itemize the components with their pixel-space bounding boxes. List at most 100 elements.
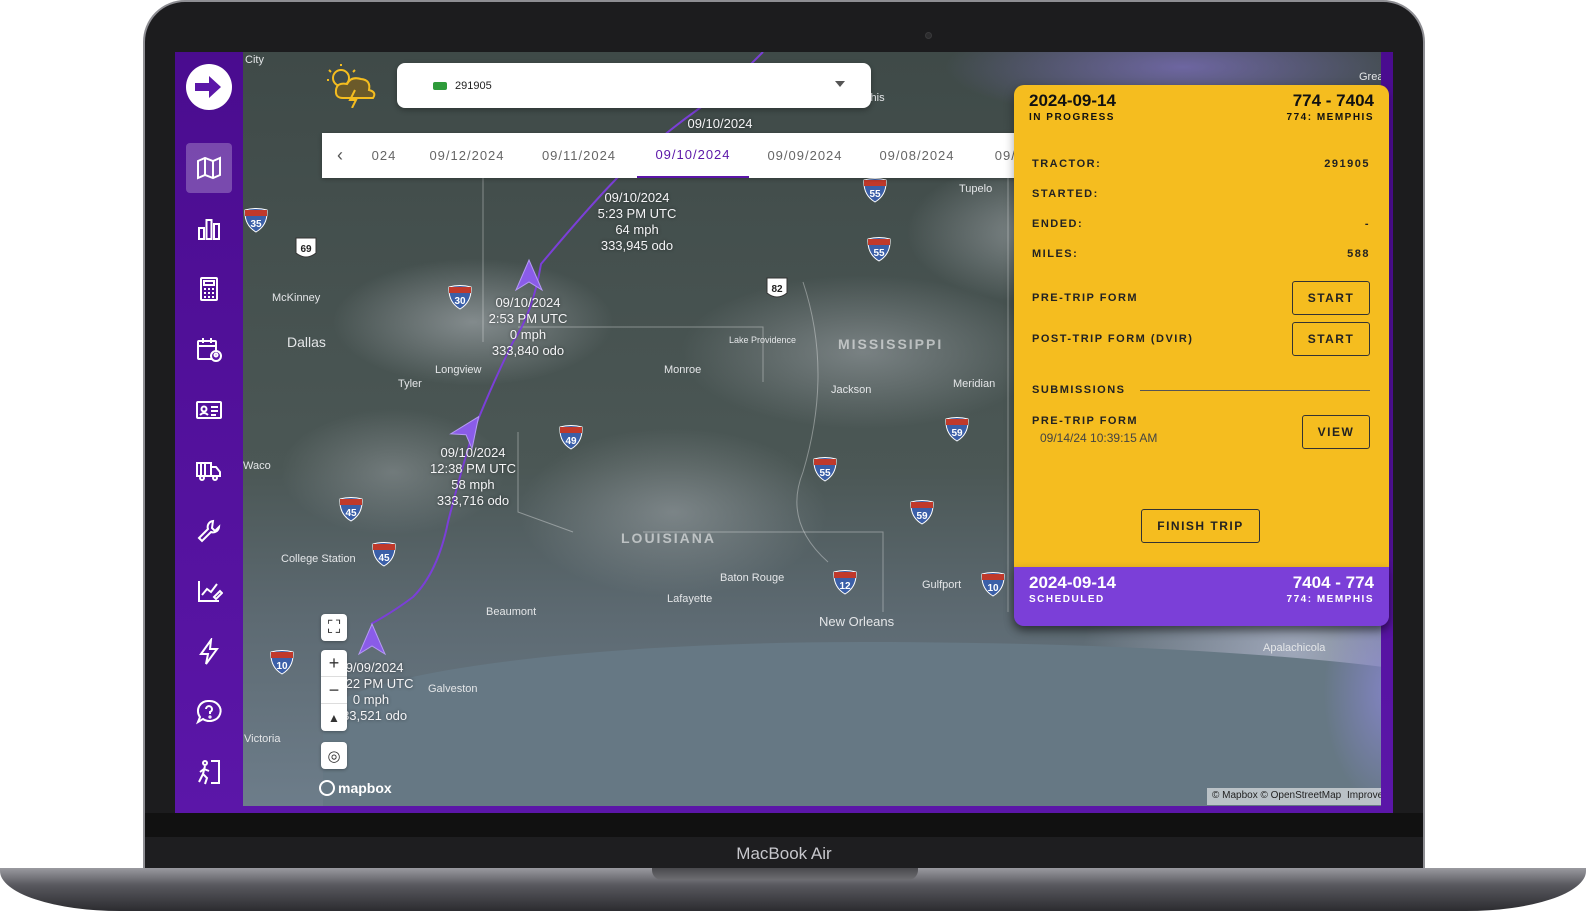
route-point-label: 09/10/2024 12:38 PM UTC 58 mph 333,716 odo [430, 445, 516, 508]
zoom-in-button[interactable]: + [321, 650, 347, 677]
date-tab[interactable]: 09/( [952, 133, 1016, 178]
map-icon [197, 156, 221, 180]
date-tab[interactable]: 09/12/2024 [411, 133, 523, 178]
submission-item: PRE-TRIP FORM 09/14/24 10:39:15 AM VIEW [1032, 415, 1370, 455]
attribution-text[interactable]: © Mapbox © OpenStreetMap [1212, 790, 1341, 801]
highway-shield: 59 [944, 416, 970, 442]
nav-map[interactable] [186, 143, 232, 193]
detail-started: STARTED: [1032, 188, 1099, 200]
route-point-label: 09/10/2024 5:23 PM UTC 64 mph 333,945 odo [597, 190, 677, 253]
route-arrow-icon[interactable] [514, 258, 544, 292]
id-card-icon [196, 401, 222, 419]
city-label: Galveston [428, 683, 478, 695]
nav-reports[interactable] [186, 566, 232, 616]
nav-drivers[interactable] [186, 385, 232, 435]
highway-shield: 49 [558, 424, 584, 450]
nav-maintenance[interactable] [186, 506, 232, 556]
nav-logout[interactable] [186, 747, 232, 797]
tabs-prev-button[interactable]: ‹ [322, 133, 358, 178]
nav-analytics[interactable] [186, 204, 232, 254]
nav-fuel[interactable] [186, 627, 232, 677]
date-tab-active[interactable]: 09/10/2024 [637, 133, 749, 178]
nav-support[interactable] [186, 687, 232, 737]
pre-trip-label: PRE-TRIP FORM [1032, 292, 1139, 304]
city-label: Victoria [244, 733, 281, 745]
pre-trip-start-button[interactable]: START [1292, 281, 1370, 315]
highway-shield: 10 [980, 571, 1006, 597]
highway-shield: 69 [293, 235, 319, 261]
trip-card-next[interactable]: 2024-09-14 SCHEDULED 7404 - 774 774: MEM… [1014, 567, 1389, 626]
city-label: Meridian [953, 378, 996, 390]
svg-text:59: 59 [916, 511, 928, 522]
city-label: Lafayette [667, 593, 713, 605]
finish-trip-button[interactable]: FINISH TRIP [1141, 509, 1260, 543]
highway-shield: 55 [812, 456, 838, 482]
app-screen: MISSISSIPPI LOUISIANA City Memphis Tupel… [175, 52, 1393, 813]
report-icon [198, 581, 223, 602]
chat-help-icon [195, 699, 222, 725]
mapbox-text: mapbox [338, 780, 392, 796]
date-tabs-track: 024 09/12/2024 09/11/2024 09/10/2024 09/… [358, 133, 1016, 178]
svg-text:45: 45 [378, 553, 390, 564]
svg-text:55: 55 [869, 189, 881, 200]
highway-shield: 45 [371, 541, 397, 567]
zoom-controls: + − ▲ [321, 650, 347, 731]
truck-icon [433, 81, 447, 90]
nav-fleet[interactable] [186, 445, 232, 495]
city-label: Longview [435, 364, 482, 376]
laptop-chin: MacBook Air [145, 837, 1423, 870]
date-tabs: ‹ 024 09/12/2024 09/11/2024 09/10/2024 0… [322, 133, 1066, 178]
city-label: Apalachicola [1263, 642, 1326, 654]
chevron-down-icon[interactable] [835, 81, 845, 87]
trip-card-current[interactable]: 2024-09-14 IN PROGRESS 774 - 7404 774: M… [1014, 85, 1389, 625]
city-label: Beaumont [486, 606, 537, 618]
highway-shield: 10 [269, 649, 295, 675]
highway-shield: 30 [447, 284, 473, 310]
compass-button[interactable]: ▲ [321, 704, 347, 731]
post-trip-row: POST-TRIP FORM (DVIR) START [1032, 322, 1370, 356]
geolocate-control[interactable]: ◎ [321, 742, 347, 769]
submissions-divider: SUBMISSIONS [1032, 384, 1370, 396]
fullscreen-icon[interactable]: ⛶ [321, 614, 347, 641]
route-point-label: 09/10/2024 2:53 PM UTC 0 mph 333,840 odo [488, 295, 568, 358]
highway-shield: 59 [909, 499, 935, 525]
laptop-notch [652, 868, 918, 880]
trip-card-header: 2024-09-14 SCHEDULED 7404 - 774 774: MEM… [1029, 573, 1374, 605]
state-label: LOUISIANA [621, 530, 716, 546]
city-label: Tupelo [959, 183, 993, 195]
svg-text:55: 55 [873, 248, 885, 259]
bar-chart-icon [198, 219, 220, 240]
trip-route: 774 - 7404 [1292, 91, 1374, 110]
mapbox-logo[interactable]: mapbox [319, 780, 392, 796]
trip-card-header: 2024-09-14 IN PROGRESS 774 - 7404 774: M… [1029, 91, 1374, 123]
fullscreen-control[interactable]: ⛶ [321, 614, 347, 641]
weather-storm-icon[interactable] [327, 64, 383, 108]
app-logo[interactable] [186, 64, 232, 110]
nav-schedule[interactable] [186, 325, 232, 375]
map-attribution[interactable]: © Mapbox © OpenStreetMap Improve this ma… [1207, 788, 1393, 805]
city-label: College Station [281, 553, 356, 565]
route-point-label: 09/10/2024 [687, 116, 753, 131]
route-arrow-icon[interactable] [357, 622, 387, 656]
post-trip-start-button[interactable]: START [1292, 322, 1370, 356]
tractor-select-value: 291905 [455, 79, 492, 92]
svg-text:35: 35 [250, 219, 262, 230]
date-tab[interactable]: 09/09/2024 [749, 133, 861, 178]
tractor-select[interactable]: 291905 [397, 63, 871, 108]
city-label: Gulfport [922, 579, 962, 591]
zoom-out-button[interactable]: − [321, 677, 347, 704]
svg-text:69: 69 [300, 244, 312, 255]
view-submission-button[interactable]: VIEW [1302, 415, 1370, 449]
svg-text:45: 45 [345, 508, 357, 519]
nav-calculator[interactable] [186, 264, 232, 314]
locate-icon[interactable]: ◎ [321, 742, 347, 769]
calculator-icon [200, 277, 218, 301]
detail-ended: ENDED: - [1032, 218, 1370, 230]
highway-shield: 12 [832, 569, 858, 595]
camera [925, 32, 932, 39]
date-tab[interactable]: 09/11/2024 [523, 133, 635, 178]
highway-shield: 45 [338, 496, 364, 522]
svg-text:10: 10 [987, 583, 999, 594]
trip-terminal: 774: MEMPHIS [1286, 594, 1374, 605]
sidebar [175, 52, 243, 813]
